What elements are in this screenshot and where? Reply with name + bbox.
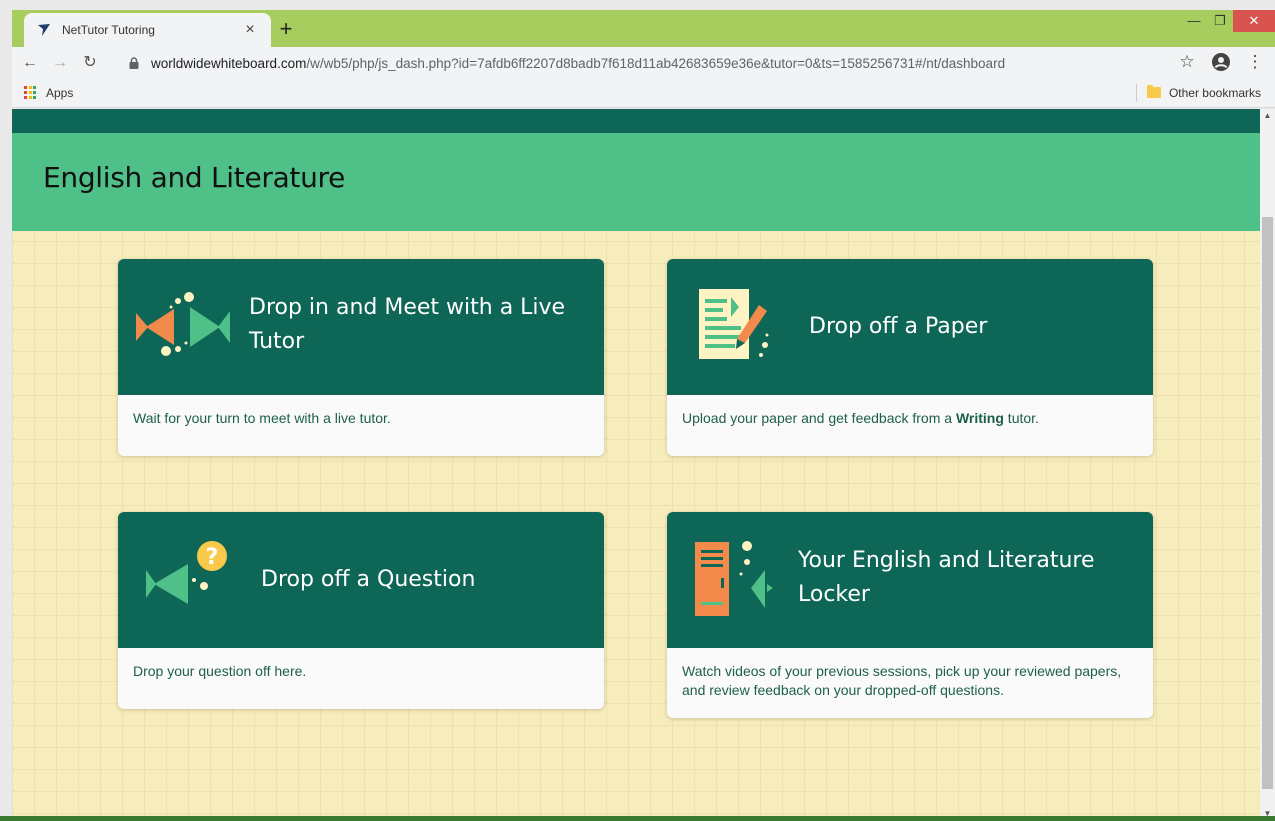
tab-title: NetTutor Tutoring [62, 23, 155, 37]
card-title: Drop off a Paper [809, 314, 988, 339]
card-live-tutor[interactable]: Drop in and Meet with a Live Tutor Wait … [118, 259, 604, 456]
card-description: Drop your question off here. [133, 663, 307, 679]
desc-text: tutor. [1003, 410, 1039, 426]
desc-bold-writing: Writing [955, 410, 1004, 426]
card-header: ? Drop off a Question [118, 512, 604, 648]
card-title: Your English and Literature Locker [798, 544, 1095, 612]
reload-icon[interactable]: ↻ [78, 51, 102, 75]
bookmark-star-icon[interactable]: ☆ [1175, 50, 1199, 74]
card-header: Drop in and Meet with a Live Tutor [118, 259, 604, 395]
url-host: worldwidewhiteboard.com [151, 55, 307, 71]
paper-pencil-icon [699, 289, 769, 359]
bookmark-other[interactable]: Other bookmarks [1146, 85, 1261, 100]
minimize-icon[interactable]: — [1181, 10, 1207, 32]
card-title-line: Locker [798, 582, 870, 607]
card-title-line: Drop in and Meet with a Live [249, 295, 566, 320]
card-description: Wait for your turn to meet with a live t… [133, 410, 391, 426]
other-bookmarks-label: Other bookmarks [1168, 85, 1261, 100]
new-tab-button[interactable]: + [274, 18, 298, 42]
card-header: Drop off a Paper [667, 259, 1153, 395]
browser-tab[interactable]: NetTutor Tutoring × [24, 13, 271, 47]
toolbar-right: ☆ ⋮ [1175, 50, 1267, 74]
nettutor-favicon-icon [38, 24, 50, 36]
page-viewport: English and Literature Drop in and Meet … [12, 109, 1260, 821]
window-controls: — ❐ ✕ [1181, 10, 1275, 32]
window-close-icon[interactable]: ✕ [1233, 10, 1275, 32]
card-drop-paper[interactable]: Drop off a Paper Upload your paper and g… [667, 259, 1153, 456]
url-path: /w/wb5/php/js_dash.php?id=7afdb6ff2207d8… [306, 55, 1006, 71]
scroll-thumb[interactable] [1262, 217, 1273, 789]
card-title-line: Your English and Literature [798, 548, 1095, 573]
bookmarks-bar: Apps Other bookmarks [12, 78, 1275, 108]
bookmark-apps[interactable]: Apps [24, 85, 74, 100]
restore-icon[interactable]: ❐ [1207, 10, 1233, 32]
card-drop-question[interactable]: ? Drop off a Question Drop your question… [118, 512, 604, 709]
page-scrollbar[interactable]: ▲ ▼ [1260, 109, 1275, 821]
lock-icon [129, 57, 139, 69]
svg-text:?: ? [206, 545, 219, 570]
account-icon[interactable] [1209, 50, 1233, 74]
apps-grid-icon [24, 85, 38, 100]
card-locker[interactable]: Your English and Literature Locker Watch… [667, 512, 1153, 718]
os-taskbar [0, 816, 1275, 821]
fish-question-icon: ? [146, 541, 227, 604]
locker-icon [695, 541, 773, 616]
scroll-up-icon[interactable]: ▲ [1260, 109, 1275, 123]
card-description: Watch videos of your previous sessions, … [682, 663, 1122, 698]
menu-kebab-icon[interactable]: ⋮ [1243, 50, 1267, 74]
apps-label: Apps [46, 85, 74, 100]
fish-meeting-icon [136, 292, 230, 356]
top-nav-strip [12, 109, 1260, 133]
forward-arrow-icon[interactable]: → [48, 51, 72, 75]
card-description: Upload your paper and get feedback from … [667, 395, 1153, 442]
browser-toolbar: ← → ↻ worldwidewhiteboard.com/w/wb5/php/… [12, 47, 1275, 78]
url-text: worldwidewhiteboard.com/w/wb5/php/js_das… [151, 56, 1005, 71]
card-header: Your English and Literature Locker [667, 512, 1153, 648]
browser-titlebar: NetTutor Tutoring × + — ❐ ✕ [12, 10, 1275, 47]
desc-text: Upload your paper and get feedback from … [682, 410, 956, 426]
card-title: Drop in and Meet with a Live Tutor [249, 291, 565, 359]
card-title-line: Tutor [249, 329, 305, 354]
back-arrow-icon[interactable]: ← [18, 51, 42, 75]
tab-close-icon[interactable]: × [241, 21, 259, 39]
address-bar[interactable]: worldwidewhiteboard.com/w/wb5/php/js_das… [127, 50, 1167, 76]
folder-icon [1146, 85, 1161, 98]
page-title: English and Literature [43, 161, 346, 194]
bookmarks-separator [1136, 83, 1137, 102]
card-title: Drop off a Question [261, 567, 476, 592]
